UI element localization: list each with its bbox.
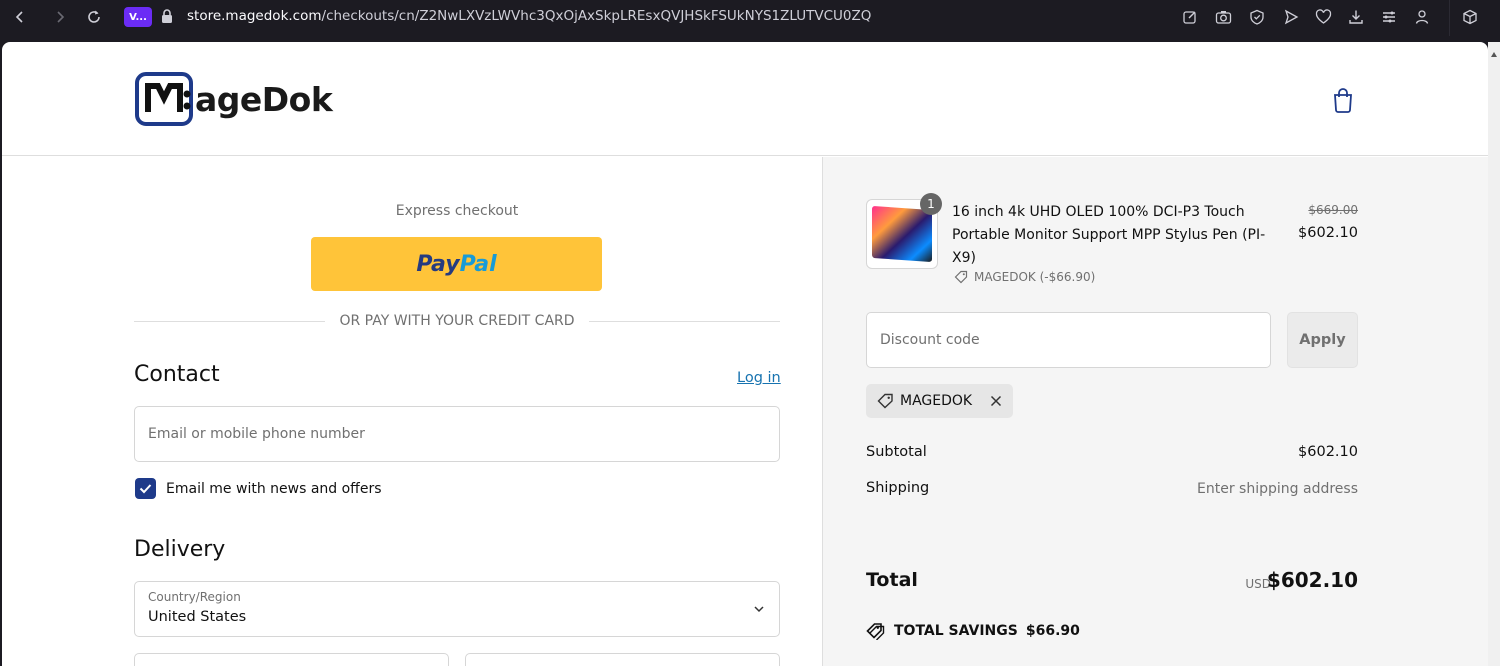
country-value: United States [148, 609, 247, 625]
monitor-image [872, 205, 932, 263]
total-value: $602.10 [1266, 568, 1358, 592]
newsletter-checkbox[interactable] [135, 478, 156, 499]
account-icon[interactable] [1412, 7, 1432, 27]
remove-discount-close-icon[interactable] [990, 395, 1002, 407]
email-field[interactable]: Email or mobile phone number [134, 406, 780, 462]
magedok-logo[interactable]: ageDok [135, 72, 333, 126]
back-icon[interactable] [8, 5, 32, 29]
url-host: store.magedok.com [187, 8, 322, 24]
paypal-logo-part1: Pay [416, 251, 460, 277]
checkmark-icon [139, 484, 152, 494]
toolbar-separator [1449, 0, 1450, 36]
tag-icon [954, 270, 968, 284]
shipping-label: Shipping [866, 480, 930, 496]
applied-discount-chip: MAGEDOK [866, 384, 1013, 418]
menu-list-icon[interactable] [1379, 7, 1399, 27]
download-icon[interactable] [1346, 7, 1366, 27]
site-header: ageDok [2, 42, 1488, 156]
paypal-button[interactable]: Pay Pal [311, 237, 602, 291]
country-select[interactable]: Country/Region United States [134, 581, 780, 637]
total-savings: TOTAL SAVINGS $66.90 [866, 622, 1080, 640]
subtotal-label: Subtotal [866, 444, 927, 460]
discount-placeholder: Discount code [880, 332, 980, 348]
url-bar[interactable]: store.magedok.com/checkouts/cn/Z2NwLXVzL… [187, 8, 871, 24]
product-discount-text: MAGEDOK (-$66.90) [974, 270, 1096, 284]
apply-discount-button[interactable]: Apply [1287, 312, 1358, 368]
country-label: Country/Region [148, 590, 241, 604]
forward-icon[interactable] [48, 5, 72, 29]
email-placeholder: Email or mobile phone number [148, 426, 365, 442]
express-checkout-label: Express checkout [395, 203, 519, 219]
page-scrollbar[interactable] [1488, 42, 1500, 666]
checkout-page: ageDok Express checkout Pay Pal OR PAY WI… [2, 42, 1488, 666]
reload-icon[interactable] [82, 5, 106, 29]
browser-toolbar: V... store.magedok.com/checkouts/cn/Z2Nw… [0, 0, 1500, 36]
first-name-field[interactable] [134, 653, 449, 666]
chevron-down-icon [754, 606, 764, 613]
savings-value: $66.90 [1025, 623, 1080, 639]
scroll-up-arrow-icon[interactable] [1491, 52, 1497, 57]
divider-text: OR PAY WITH YOUR CREDIT CARD [325, 313, 589, 329]
extension-badge[interactable]: V... [124, 7, 152, 27]
tag-icon [877, 393, 893, 409]
discount-code-input[interactable]: Discount code [866, 312, 1271, 368]
shield-icon[interactable] [1247, 7, 1267, 27]
payment-divider: OR PAY WITH YOUR CREDIT CARD [134, 312, 780, 332]
order-summary: 1 16 inch 4k UHD OLED 100% DCI-P3 Touch … [822, 157, 1488, 666]
product-title: 16 inch 4k UHD OLED 100% DCI-P3 Touch Po… [952, 204, 1266, 266]
original-price: $669.00 [1308, 203, 1358, 217]
logo-mark-icon [135, 72, 193, 126]
quantity-badge: 1 [920, 193, 942, 215]
logo-text: ageDok [195, 79, 333, 119]
extensions-cube-icon[interactable] [1460, 7, 1480, 27]
shopping-bag-icon[interactable] [1332, 87, 1354, 117]
total-label: Total [866, 569, 918, 591]
send-icon[interactable] [1281, 7, 1301, 27]
last-name-field[interactable] [465, 653, 780, 666]
applied-code-text: MAGEDOK [900, 393, 973, 409]
delivery-heading: Delivery [134, 537, 226, 562]
savings-tag-icon [866, 623, 885, 640]
edit-icon[interactable] [1180, 7, 1200, 27]
login-link[interactable]: Log in [737, 370, 781, 386]
heart-icon[interactable] [1313, 7, 1333, 27]
checkout-form-column: Express checkout Pay Pal OR PAY WITH YOUR… [2, 157, 822, 666]
savings-label: TOTAL SAVINGS [894, 623, 1018, 639]
final-price: $602.10 [1298, 225, 1358, 241]
shipping-value: Enter shipping address [1197, 481, 1358, 497]
subtotal-value: $602.10 [1298, 444, 1358, 460]
camera-icon[interactable] [1213, 7, 1233, 27]
newsletter-label: Email me with news and offers [166, 481, 382, 497]
paypal-logo-part2: Pal [459, 251, 497, 277]
contact-heading: Contact [134, 362, 220, 387]
url-path: /checkouts/cn/Z2NwLXVzLWVhc3QxOjAxSkpLRE… [321, 8, 872, 24]
product-discount-note: MAGEDOK (-$66.90) [954, 270, 1095, 284]
lock-icon[interactable] [160, 8, 174, 28]
